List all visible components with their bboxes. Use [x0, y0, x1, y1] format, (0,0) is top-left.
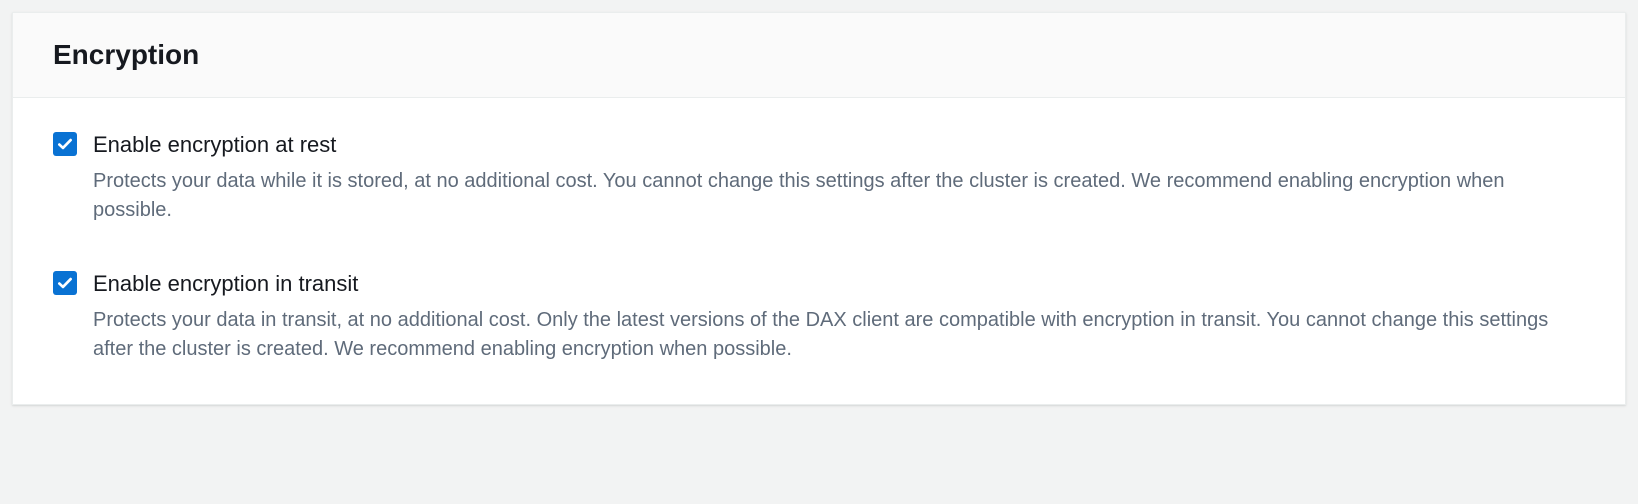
- panel-body: Enable encryption at rest Protects your …: [13, 98, 1625, 404]
- option-content: Enable encryption in transit Protects yo…: [93, 269, 1585, 364]
- checkmark-icon: [56, 274, 74, 292]
- option-content: Enable encryption at rest Protects your …: [93, 130, 1585, 225]
- panel-title: Encryption: [53, 37, 1585, 73]
- option-encryption-in-transit: Enable encryption in transit Protects yo…: [53, 269, 1585, 364]
- option-encryption-at-rest: Enable encryption at rest Protects your …: [53, 130, 1585, 225]
- checkbox-encryption-in-transit[interactable]: [53, 271, 77, 295]
- option-label: Enable encryption in transit: [93, 269, 1585, 300]
- option-label: Enable encryption at rest: [93, 130, 1585, 161]
- option-description: Protects your data while it is stored, a…: [93, 167, 1585, 225]
- checkbox-encryption-at-rest[interactable]: [53, 132, 77, 156]
- checkmark-icon: [56, 135, 74, 153]
- option-description: Protects your data in transit, at no add…: [93, 306, 1585, 364]
- encryption-panel: Encryption Enable encryption at rest Pro…: [12, 12, 1626, 405]
- panel-header: Encryption: [13, 13, 1625, 98]
